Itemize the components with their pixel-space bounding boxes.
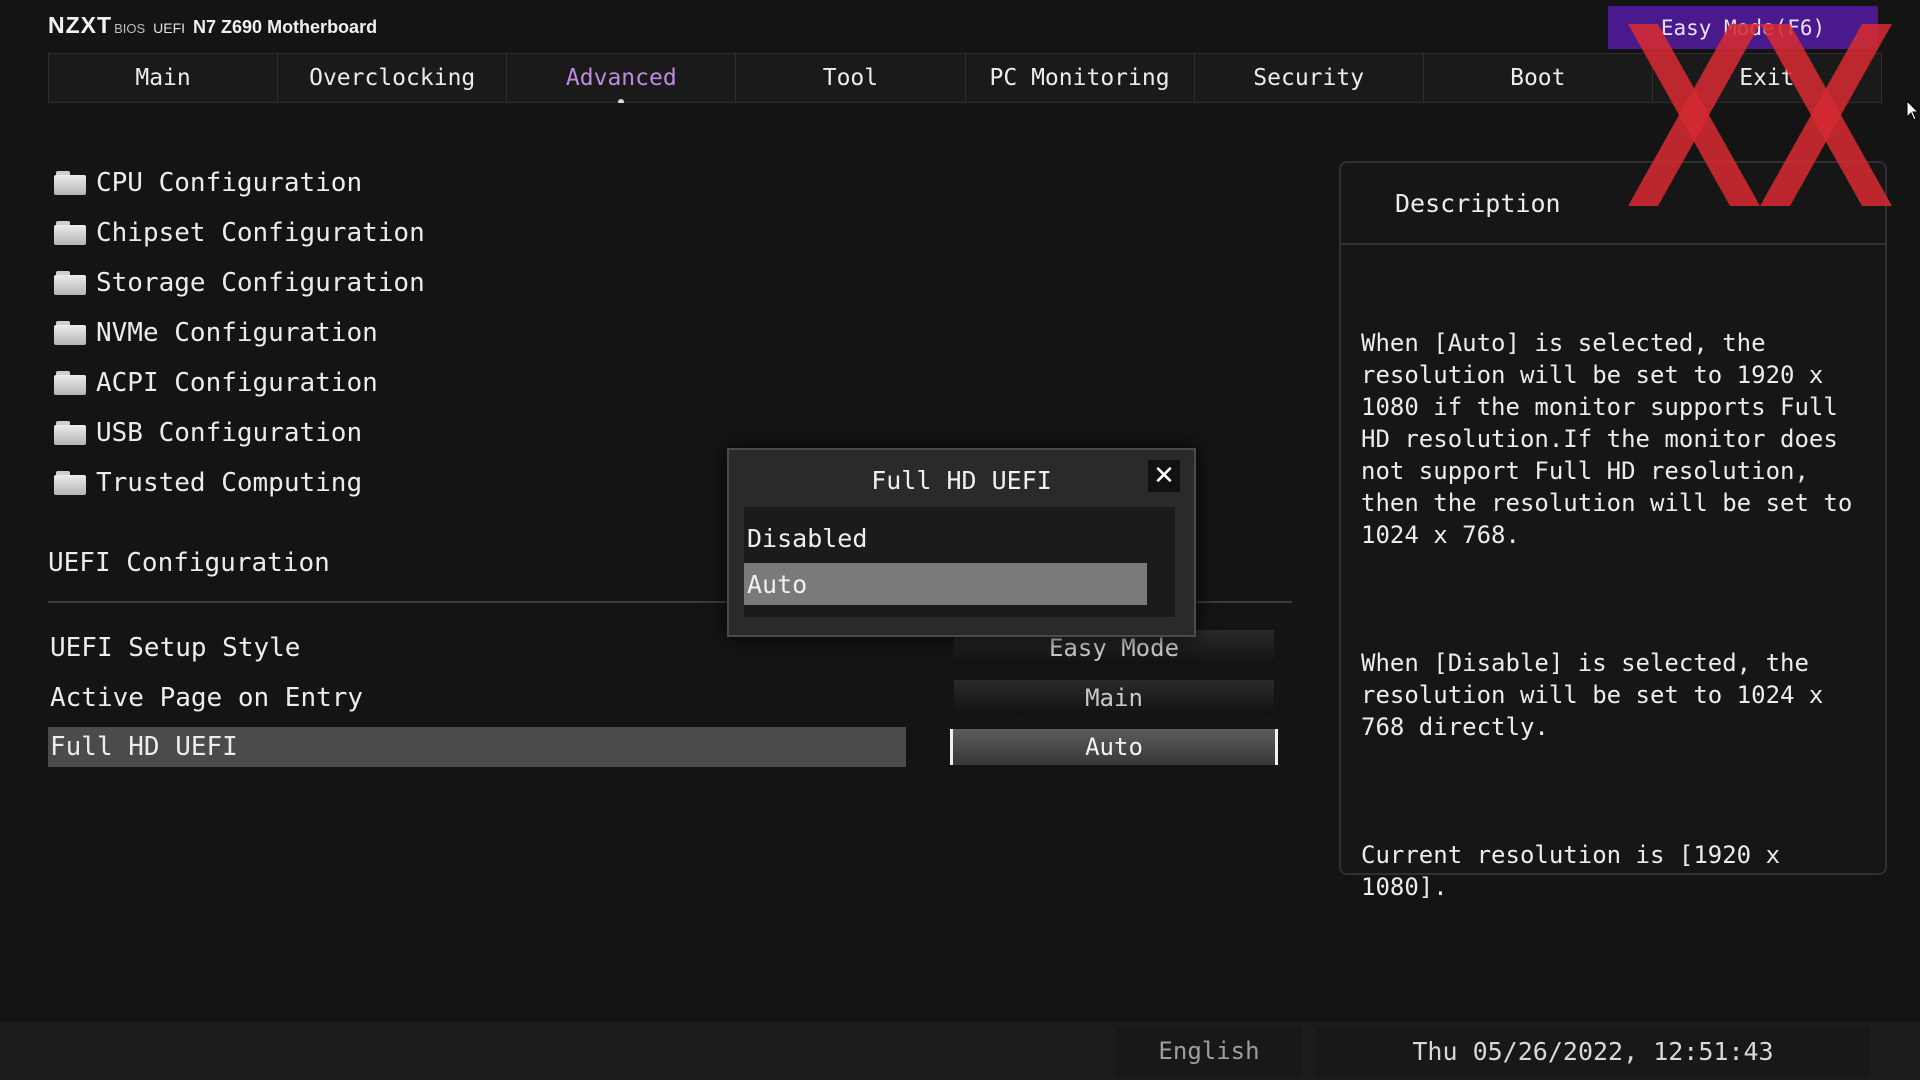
setting-value-button[interactable]: Main [954, 680, 1274, 716]
submenu-chipset-configuration[interactable]: Chipset Configuration [54, 208, 425, 258]
dialog-title: Full HD UEFI [871, 465, 1052, 495]
option-auto[interactable]: Auto [744, 563, 1147, 605]
submenu-label: Storage Configuration [96, 268, 425, 298]
full-hd-uefi-dialog: Full HD UEFI ✕ Disabled Auto [727, 448, 1196, 637]
motherboard-model: N7 Z690 Motherboard [193, 17, 378, 37]
submenu-usb-configuration[interactable]: USB Configuration [54, 408, 425, 458]
description-title: Description [1341, 163, 1885, 245]
tab-boot[interactable]: Boot [1424, 54, 1653, 102]
mouse-cursor-icon [1906, 100, 1920, 121]
submenu-acpi-configuration[interactable]: ACPI Configuration [54, 358, 425, 408]
datetime-display: Thu 05/26/2022, 12:51:43 [1316, 1026, 1870, 1076]
description-paragraph: When [Auto] is selected, the resolution … [1361, 329, 1867, 549]
submenu-storage-configuration[interactable]: Storage Configuration [54, 258, 425, 308]
section-title-uefi: UEFI Configuration [48, 548, 330, 578]
tab-advanced[interactable]: Advanced [507, 54, 737, 103]
nzxt-logo: NZXT [48, 12, 113, 38]
main-tabs: Main Overclocking Advanced Tool PC Monit… [48, 53, 1882, 103]
submenu-label: CPU Configuration [96, 168, 363, 198]
description-panel: Description When [Auto] is selected, the… [1339, 161, 1887, 901]
description-paragraph: Current resolution is [1920 x 1080]. [1361, 841, 1795, 901]
setting-value-button[interactable]: Auto [950, 729, 1278, 765]
submenu-trusted-computing[interactable]: Trusted Computing [54, 458, 425, 508]
submenu-label: Chipset Configuration [96, 218, 425, 248]
tab-main[interactable]: Main [49, 54, 279, 102]
submenu-label: Trusted Computing [96, 468, 363, 498]
language-selector[interactable]: English [1116, 1026, 1302, 1076]
tab-exit[interactable]: Exit [1653, 54, 1881, 102]
tab-tool[interactable]: Tool [736, 54, 966, 102]
description-body: When [Auto] is selected, the resolution … [1341, 245, 1885, 999]
submenu-list: CPU Configuration Chipset Configuration … [54, 158, 425, 508]
bios-label: BIOS [114, 21, 146, 36]
submenu-cpu-configuration[interactable]: CPU Configuration [54, 158, 425, 208]
easy-mode-button[interactable]: Easy Mode(F6) [1608, 6, 1878, 49]
folder-icon [54, 471, 88, 495]
bios-screen: NZXT BIOS UEFI N7 Z690 Motherboard Easy … [0, 0, 1920, 1080]
setting-label: Active Page on Entry [50, 683, 364, 713]
tab-security[interactable]: Security [1195, 54, 1424, 102]
tab-pc-monitoring[interactable]: PC Monitoring [966, 54, 1195, 102]
tab-overclocking[interactable]: Overclocking [278, 54, 508, 102]
setting-active-page-on-entry[interactable]: Active Page on Entry Main [48, 678, 1288, 718]
description-paragraph: When [Disable] is selected, the resoluti… [1361, 649, 1838, 741]
setting-label: Full HD UEFI [48, 727, 906, 767]
submenu-label: NVMe Configuration [96, 318, 378, 348]
setting-full-hd-uefi[interactable]: Full HD UEFI Auto [48, 727, 1288, 767]
folder-icon [54, 371, 88, 395]
option-disabled[interactable]: Disabled [744, 517, 1147, 559]
brand-header: NZXT BIOS UEFI N7 Z690 Motherboard [48, 12, 377, 40]
folder-icon [54, 221, 88, 245]
submenu-label: ACPI Configuration [96, 368, 378, 398]
folder-icon [54, 271, 88, 295]
submenu-label: USB Configuration [96, 418, 363, 448]
setting-label: UEFI Setup Style [50, 633, 301, 663]
close-icon[interactable]: ✕ [1148, 460, 1180, 492]
folder-icon [54, 321, 88, 345]
folder-icon [54, 171, 88, 195]
folder-icon [54, 421, 88, 445]
submenu-nvme-configuration[interactable]: NVMe Configuration [54, 308, 425, 358]
uefi-label: UEFI [153, 20, 186, 36]
footer-bar: English Thu 05/26/2022, 12:51:43 [0, 1022, 1920, 1080]
